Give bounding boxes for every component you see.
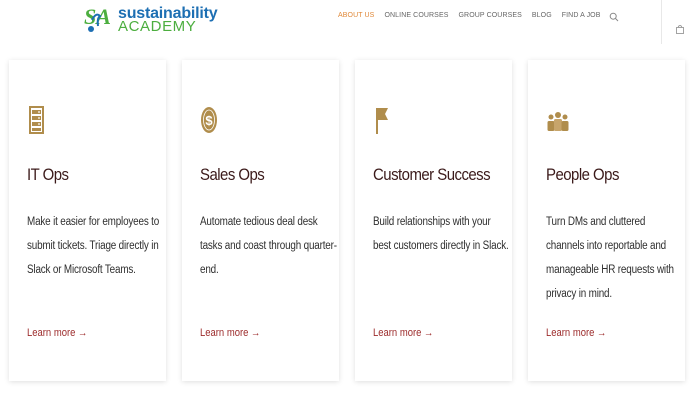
flag-icon: [376, 108, 388, 134]
learn-more-link[interactable]: Learn more →: [200, 327, 260, 339]
site-header: SA sustainability ACADEMY ABOUT US ONLIN…: [0, 0, 700, 44]
card-title: IT Ops: [27, 165, 69, 184]
svg-text:$: $: [205, 113, 213, 128]
card-title: Sales Ops: [200, 165, 265, 184]
logo[interactable]: SA sustainability ACADEMY: [82, 2, 222, 36]
card-sales-ops: $ Sales Ops Automate tedious deal desk t…: [182, 60, 339, 381]
logo-text-bottom: ACADEMY: [118, 18, 197, 35]
dollar-coin-icon: $: [201, 107, 217, 133]
header-divider: [661, 0, 662, 44]
nav-blog[interactable]: BLOG: [532, 12, 552, 19]
card-description: Make it easier for employees to submit t…: [27, 216, 160, 276]
nav-group-courses[interactable]: GROUP COURSES: [459, 12, 522, 19]
card-customer-success: Customer Success Build relationships wit…: [355, 60, 512, 381]
learn-more-link[interactable]: Learn more →: [373, 327, 433, 339]
nav-find-a-job[interactable]: FIND A JOB: [562, 12, 601, 19]
shopping-bag-icon[interactable]: [675, 24, 685, 34]
learn-more-link[interactable]: Learn more →: [546, 327, 606, 339]
nav-online-courses[interactable]: ONLINE COURSES: [384, 12, 448, 19]
card-description: Turn DMs and cluttered channels into rep…: [546, 216, 674, 300]
card-description: Automate tedious deal desk tasks and coa…: [200, 216, 337, 276]
logo-mark-icon: SA: [84, 4, 111, 32]
card-people-ops: People Ops Turn DMs and cluttered channe…: [528, 60, 685, 381]
main-nav: ABOUT US ONLINE COURSES GROUP COURSES BL…: [338, 12, 601, 19]
card-it-ops: IT Ops Make it easier for employees to s…: [9, 60, 166, 381]
people-group-icon: [547, 112, 569, 131]
card-title: Customer Success: [373, 165, 491, 184]
nav-about-us[interactable]: ABOUT US: [338, 12, 374, 19]
learn-more-link[interactable]: Learn more →: [27, 327, 87, 339]
card-description: Build relationships with your best custo…: [373, 216, 509, 252]
search-icon[interactable]: [609, 12, 619, 22]
card-title: People Ops: [546, 165, 619, 184]
server-icon: [29, 106, 44, 134]
